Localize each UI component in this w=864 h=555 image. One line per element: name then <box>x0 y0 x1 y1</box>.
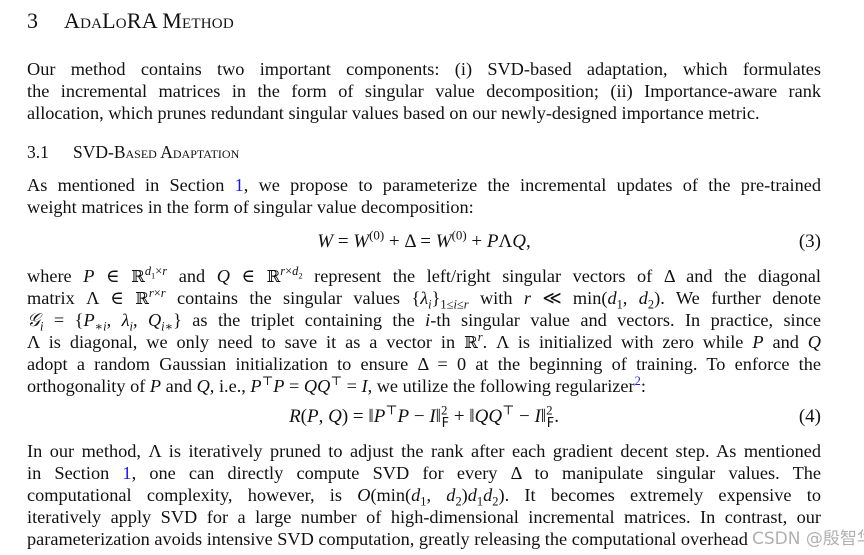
text-span: : <box>640 376 646 396</box>
equation-number: (4) <box>798 406 821 427</box>
text-line: orthogonality of P and Q, i.e., P⊤P = QQ… <box>27 373 646 396</box>
text-line: 𝒢i = {P∗i, λi, Qi∗} as the triplet conta… <box>27 310 822 334</box>
text-span: . Λ is initialized with zero while <box>482 332 753 352</box>
text-line: parameterization avoids intensive SVD co… <box>27 529 748 549</box>
text-span: in Section <box>27 463 123 483</box>
text-line: allocation, which prunes redundant singu… <box>27 103 760 123</box>
text-span: , we propose to parameterize the increme… <box>243 175 821 195</box>
text-span: computational complexity, however, is <box>27 485 358 505</box>
text-span: . We further denote <box>660 288 821 308</box>
section-title: AdaLoRA Method <box>64 8 234 33</box>
text-line: matrix Λ ∈ ℝr×r contains the singular va… <box>27 285 821 312</box>
subsection-number: 3.1 <box>27 142 49 162</box>
equation-body: R(P, Q) = ‖P⊤P − I‖2F + ‖QQ⊤ − I‖2F. <box>289 402 559 431</box>
text-span: and <box>161 376 197 396</box>
paragraph-svd-definition: where P ∈ ℝd1×r and Q ∈ ℝr×d2 represent … <box>27 265 821 397</box>
equation-4: R(P, Q) = ‖P⊤P − I‖2F + ‖QQ⊤ − I‖2F. (4) <box>27 402 821 432</box>
equation-number: (3) <box>798 231 821 252</box>
text-span: Λ is diagonal, we only need to save it a… <box>27 332 465 352</box>
text-span: and <box>763 332 808 352</box>
text-line: In our method, Λ is iteratively pruned t… <box>27 441 821 461</box>
text-span: , we utilize the following regularizer <box>367 376 635 396</box>
text-span: , i.e., <box>209 376 251 396</box>
paragraph-svd-intro: As mentioned in Section 1, we propose to… <box>27 174 821 218</box>
text-line: iteratively apply SVD for a large number… <box>27 507 821 527</box>
text-span: with <box>468 288 524 308</box>
text-line: adopt a random Gaussian initialization t… <box>27 354 821 374</box>
text-line: As mentioned in Section 1, we propose to… <box>27 174 821 196</box>
equation-3: W = W(0) + Δ = W(0) + PΛQ, (3) <box>27 227 821 257</box>
section-number: 3 <box>27 8 39 33</box>
csdn-watermark: CSDN @殷智华 <box>752 529 864 549</box>
text-line: the incremental matrices in the form of … <box>27 81 821 101</box>
subsection-heading: 3.1 SVD-Based Adaptation <box>27 142 239 163</box>
equation-body: W = W(0) + Δ = W(0) + PΛQ, <box>317 227 531 252</box>
text-line: weight matrices in the form of singular … <box>27 197 474 217</box>
text-span: As mentioned in Section <box>27 175 235 195</box>
subsection-title: SVD-Based Adaptation <box>73 142 240 162</box>
text-line: Λ is diagonal, we only need to save it a… <box>27 329 821 352</box>
section-ref-link[interactable]: 1 <box>235 175 244 195</box>
text-span: contains the singular values <box>165 288 412 308</box>
text-span: , one can directly compute SVD for every… <box>131 463 821 483</box>
text-span: where <box>27 266 84 286</box>
text-span: matrix <box>27 288 87 308</box>
text-span: orthogonality of <box>27 376 150 396</box>
intro-paragraph: Our method contains two important compon… <box>27 58 821 124</box>
text-span: as the triplet containing the <box>181 310 426 330</box>
section-heading: 3 AdaLoRA Method <box>27 8 234 34</box>
text-span: -th singular value and vectors. In pract… <box>430 310 822 330</box>
text-span: represent the left/right singular vector… <box>302 266 822 286</box>
paragraph-pruning: In our method, Λ is iteratively pruned t… <box>27 440 821 550</box>
text-line: Our method contains two important compon… <box>27 59 821 79</box>
text-span: . It becomes extremely expensive to <box>504 485 822 505</box>
text-line: where P ∈ ℝd1×r and Q ∈ ℝr×d2 represent … <box>27 263 822 286</box>
text-span: and <box>167 266 217 286</box>
section-ref-link[interactable]: 1 <box>122 463 131 483</box>
text-line: computational complexity, however, is O(… <box>27 485 822 509</box>
text-line: in Section 1, one can directly compute S… <box>27 462 821 484</box>
